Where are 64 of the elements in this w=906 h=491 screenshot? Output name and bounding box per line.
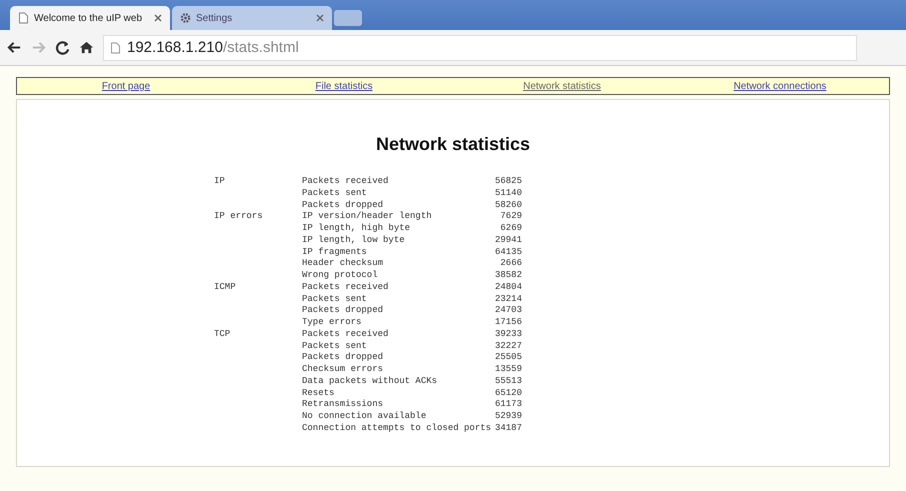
stat-label: Resets [302, 388, 336, 400]
stat-value: 13559 [494, 364, 522, 376]
page-heading: Network statistics [374, 134, 532, 155]
reload-icon[interactable] [55, 40, 70, 55]
group-label: TCP [214, 328, 232, 340]
stat-label: Packets dropped [302, 352, 384, 364]
browser-tab[interactable]: Settings [172, 6, 332, 30]
stat-label: Packets dropped [302, 305, 384, 317]
stat-value: 24804 [494, 282, 522, 294]
stat-value: 55513 [494, 376, 522, 388]
stat-label: Packets received [302, 328, 390, 340]
nav-link[interactable]: File statistics [235, 80, 453, 92]
stat-value: 51140 [494, 188, 522, 200]
stat-value: 17156 [494, 317, 522, 329]
stat-value: 2666 [499, 258, 522, 270]
stat-label: Packets sent [302, 340, 368, 352]
nav-link[interactable]: Front page [17, 80, 235, 92]
stat-value: 65120 [494, 388, 522, 400]
back-icon[interactable] [7, 40, 22, 55]
stat-value: 34187 [494, 422, 522, 434]
nav-link[interactable]: Network statistics [453, 80, 671, 92]
stat-label: IP length, high byte [302, 223, 412, 235]
stat-value: 61173 [494, 399, 522, 411]
page-icon [18, 12, 29, 24]
nav-link[interactable]: Network connections [671, 80, 889, 92]
stat-value: 25505 [494, 352, 522, 364]
stat-label: Type errors [302, 317, 362, 329]
stat-value: 39233 [494, 328, 522, 340]
stat-value: 38582 [494, 270, 522, 282]
stat-value: 58260 [494, 200, 522, 212]
stat-value: 56825 [494, 176, 522, 188]
stat-label: Connection attempts to closed ports [302, 422, 488, 434]
stat-label: IP fragments [302, 246, 368, 258]
stat-value: 24703 [494, 305, 522, 317]
close-icon[interactable] [316, 14, 324, 22]
stat-label: Packets received [302, 176, 390, 188]
group-label: IP errors [214, 211, 264, 223]
close-icon[interactable] [154, 14, 162, 22]
stat-label: Wrong protocol [302, 270, 379, 282]
group-label: ICMP [214, 282, 237, 294]
stat-label: Packets dropped [302, 200, 384, 212]
stat-label: Packets received [302, 282, 390, 294]
stat-label: IP length, low byte [302, 234, 406, 246]
stat-label: Header checksum [302, 258, 384, 270]
stat-value: 29941 [494, 234, 522, 246]
stat-value: 52939 [494, 411, 522, 423]
stat-label: Data packets without ACKs [302, 376, 438, 388]
stat-label: IP version/header length [302, 211, 433, 223]
stat-value: 32227 [494, 340, 522, 352]
stat-value: 64135 [494, 246, 522, 258]
gear-icon [180, 12, 191, 24]
stat-value: 6269 [499, 223, 522, 235]
stat-value: 7629 [499, 211, 522, 223]
stat-label: Packets sent [302, 294, 368, 306]
stat-label: Packets sent [302, 188, 368, 200]
home-icon[interactable] [79, 40, 94, 55]
page-icon [110, 42, 121, 54]
address-field[interactable]: 192.168.1.210/stats.shtml [103, 34, 857, 60]
stat-label: No connection available [302, 411, 428, 423]
stat-label: Retransmissions [302, 399, 384, 411]
group-label: IP [214, 176, 226, 188]
stat-value: 23214 [494, 294, 522, 306]
stat-label: Checksum errors [302, 364, 384, 376]
browser-tab[interactable]: Welcome to the uIP web [10, 6, 170, 30]
